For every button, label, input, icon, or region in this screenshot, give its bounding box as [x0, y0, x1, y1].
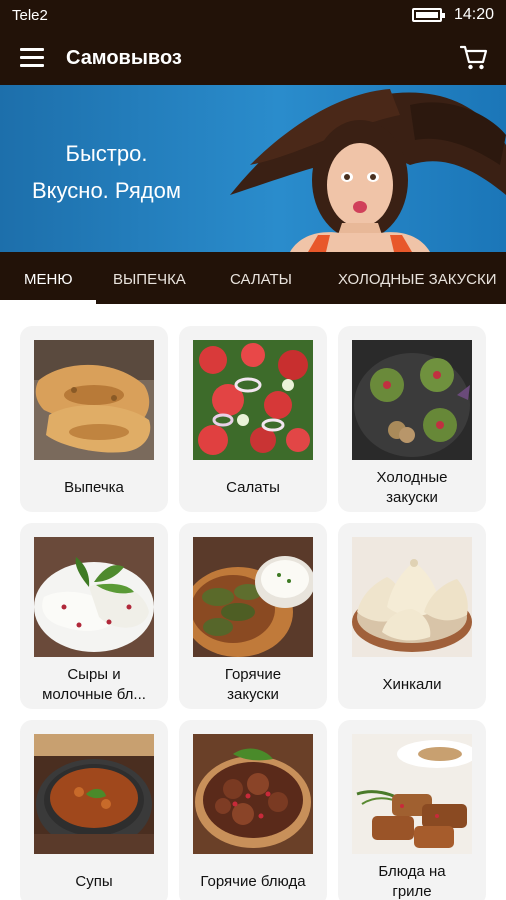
category-label: Блюда на гриле	[342, 862, 482, 900]
app-bar: Самовывоз	[0, 30, 506, 85]
banner-slogan: Быстро. Вкусно. Рядом	[32, 135, 181, 209]
hamburger-icon[interactable]	[20, 48, 44, 68]
hot-appetizers-image	[193, 537, 313, 657]
banner-line-1: Быстро.	[65, 141, 148, 166]
pastry-image	[34, 340, 154, 460]
category-label-line: Холодные	[376, 469, 448, 486]
category-tabs: МЕНЮ ВЫПЕЧКА САЛАТЫ ХОЛОДНЫЕ ЗАКУСКИ	[0, 252, 506, 304]
banner-line-2: Вкусно. Рядом	[32, 178, 181, 203]
category-card-cold-appetizers[interactable]: Холодные закуски	[338, 326, 486, 512]
category-label-line: Горячие	[224, 666, 282, 683]
cheese-dairy-image	[34, 537, 154, 657]
category-card-hot-appetizers[interactable]: Горячие закуски	[179, 523, 327, 709]
category-card-grill[interactable]: Блюда на гриле	[338, 720, 486, 900]
category-label: Хинкали	[382, 676, 442, 693]
grill-image	[352, 734, 472, 854]
tab-menu[interactable]: МЕНЮ	[24, 271, 73, 288]
category-label: Супы	[75, 873, 113, 890]
category-label-line: закуски	[386, 489, 438, 506]
category-label: Горячие закуски	[183, 665, 323, 705]
category-label-line: Сыры и	[67, 666, 121, 683]
tab-salads[interactable]: САЛАТЫ	[230, 271, 292, 288]
category-card-cheese-dairy[interactable]: Сыры и молочные бл...	[20, 523, 168, 709]
page-title: Самовывоз	[66, 47, 182, 69]
category-label: Горячие блюда	[200, 873, 306, 890]
category-label-line: молочные бл...	[42, 686, 146, 703]
cart-icon[interactable]	[460, 45, 488, 71]
category-label: Сыры и молочные бл...	[24, 665, 164, 705]
soups-image	[34, 734, 154, 854]
cold-appetizers-image	[352, 340, 472, 460]
status-right: 14:20	[411, 6, 494, 24]
category-card-hot-dishes[interactable]: Горячие блюда	[179, 720, 327, 900]
hot-dishes-image	[193, 734, 313, 854]
category-label-line: Блюда на	[378, 863, 446, 880]
carrier-name: Tele2	[12, 7, 48, 24]
battery-icon	[411, 8, 445, 22]
tab-cold-appetizers[interactable]: ХОЛОДНЫЕ ЗАКУСКИ	[338, 271, 496, 288]
category-label-line: гриле	[392, 883, 432, 900]
tab-pastry[interactable]: ВЫПЕЧКА	[113, 271, 186, 288]
status-time: 14:20	[453, 6, 494, 23]
category-card-salads[interactable]: Салаты	[179, 326, 327, 512]
category-label-line: закуски	[227, 686, 279, 703]
category-label: Холодные закуски	[342, 468, 482, 508]
banner-woman-image	[230, 89, 506, 252]
category-card-pastry[interactable]: Выпечка	[20, 326, 168, 512]
status-bar: Tele2 14:20	[0, 0, 506, 30]
category-label: Выпечка	[64, 479, 124, 496]
promo-banner[interactable]: Быстро. Вкусно. Рядом	[0, 85, 506, 252]
category-card-khinkali[interactable]: Хинкали	[338, 523, 486, 709]
khinkali-image	[352, 537, 472, 657]
category-card-soups[interactable]: Супы	[20, 720, 168, 900]
salad-image	[193, 340, 313, 460]
category-grid: Выпечка Салаты Холодные закуски Сыры и м…	[0, 304, 506, 900]
category-label: Салаты	[226, 479, 280, 496]
